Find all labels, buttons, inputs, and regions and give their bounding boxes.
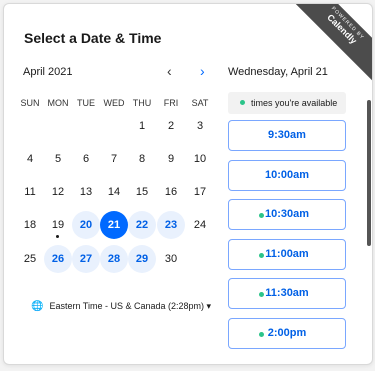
calendar-day-28[interactable]: 28 — [100, 245, 128, 273]
time-slot-button[interactable]: 10:00am — [228, 159, 346, 191]
scrollbar[interactable] — [367, 100, 371, 246]
time-slot-label: 11:30am — [265, 287, 309, 299]
calendar-day-29[interactable]: 29 — [128, 245, 156, 273]
time-slot-label: 10:30am — [264, 208, 310, 220]
time-slot-button[interactable]: 11:00am — [228, 238, 346, 270]
calendar-day-11: 11 — [24, 186, 36, 198]
time-slot-label: 9:30am — [268, 129, 306, 141]
weekday-label: THU — [132, 98, 152, 108]
calendar-day-6: 6 — [82, 153, 90, 165]
ribbon-powered-text: POWERED BY — [330, 5, 366, 41]
time-slot-button[interactable]: 10:30am — [228, 199, 346, 230]
calendar-day-18: 18 — [23, 219, 37, 231]
page-title: Select a Date & Time — [24, 30, 162, 46]
available-dot-icon — [259, 331, 264, 337]
weekday-label: SUN — [20, 98, 40, 108]
time-slot-label: 11:00am — [265, 247, 309, 260]
calendar-day-3: 3 — [196, 120, 204, 132]
calendar-day-20[interactable]: 20 — [72, 211, 100, 239]
calendar-day-17: 17 — [193, 186, 207, 198]
calendar-day-27[interactable]: 27 — [72, 245, 100, 273]
time-slot-button[interactable]: 2:00pm — [228, 317, 346, 349]
calendar-day-7: 7 — [110, 153, 118, 165]
globe-icon: 🌐 — [31, 301, 44, 312]
time-slot-label: 2:00pm — [267, 326, 307, 339]
weekday-label: SAT — [191, 98, 209, 108]
calendar-day-10: 10 — [193, 153, 207, 165]
calendar-day-14: 14 — [107, 186, 121, 198]
available-dot-icon — [259, 292, 264, 297]
calendar-day-2: 2 — [167, 120, 175, 132]
weekday-label: TUE — [77, 98, 95, 108]
availability-legend: times you're available — [228, 92, 346, 114]
calendar-day-22[interactable]: 22 — [128, 211, 156, 239]
calendar-day-19: 19 — [44, 211, 72, 239]
calendar-day-16: 16 — [164, 186, 178, 198]
chevron-left-icon: ‹ — [167, 63, 172, 79]
available-dot-icon — [240, 100, 245, 105]
weekday-label: MON — [47, 98, 69, 108]
time-slot-label: 10:00am — [264, 168, 310, 181]
legend-label: times you're available — [251, 98, 338, 108]
chevron-right-icon: › — [200, 63, 205, 79]
timezone-selector[interactable]: 🌐 Eastern Time - US & Canada (2:28pm) ▾ — [31, 301, 211, 312]
calendar-day-30: 30 — [164, 253, 178, 265]
calendar-day-13: 13 — [79, 186, 93, 198]
selected-date-heading: Wednesday, April 21 — [228, 66, 328, 78]
weekday-label: FRI — [163, 98, 179, 108]
scheduling-card: Select a Date & Time POWERED BY Calendly… — [3, 3, 373, 365]
calendar-day-24: 24 — [193, 219, 207, 231]
next-month-button[interactable]: › — [200, 63, 205, 79]
calendar-day-21[interactable]: 21 — [100, 211, 128, 239]
calendar-month: April 2021 — [23, 66, 73, 78]
available-dot-icon — [259, 213, 264, 218]
calendar-day-25: 25 — [23, 253, 37, 265]
calendar-day-1: 1 — [138, 120, 146, 132]
calendar-day-4: 4 — [26, 153, 34, 165]
timezone-label: Eastern Time - US & Canada (2:28pm) ▾ — [49, 301, 212, 311]
calendar-day-26[interactable]: 26 — [44, 245, 72, 273]
calendar-day-12: 12 — [51, 186, 65, 198]
calendar-day-5: 5 — [54, 153, 62, 165]
available-dot-icon — [259, 252, 264, 258]
calendar-day-8: 8 — [138, 153, 146, 165]
previous-month-button[interactable]: ‹ — [167, 63, 172, 79]
time-slot-button[interactable]: 9:30am — [228, 120, 346, 151]
weekday-label: WED — [103, 98, 125, 108]
time-slot-button[interactable]: 11:30am — [228, 278, 346, 309]
calendar-day-23[interactable]: 23 — [157, 211, 185, 239]
calendar-day-15: 15 — [135, 186, 149, 198]
calendar-day-9: 9 — [167, 153, 175, 165]
